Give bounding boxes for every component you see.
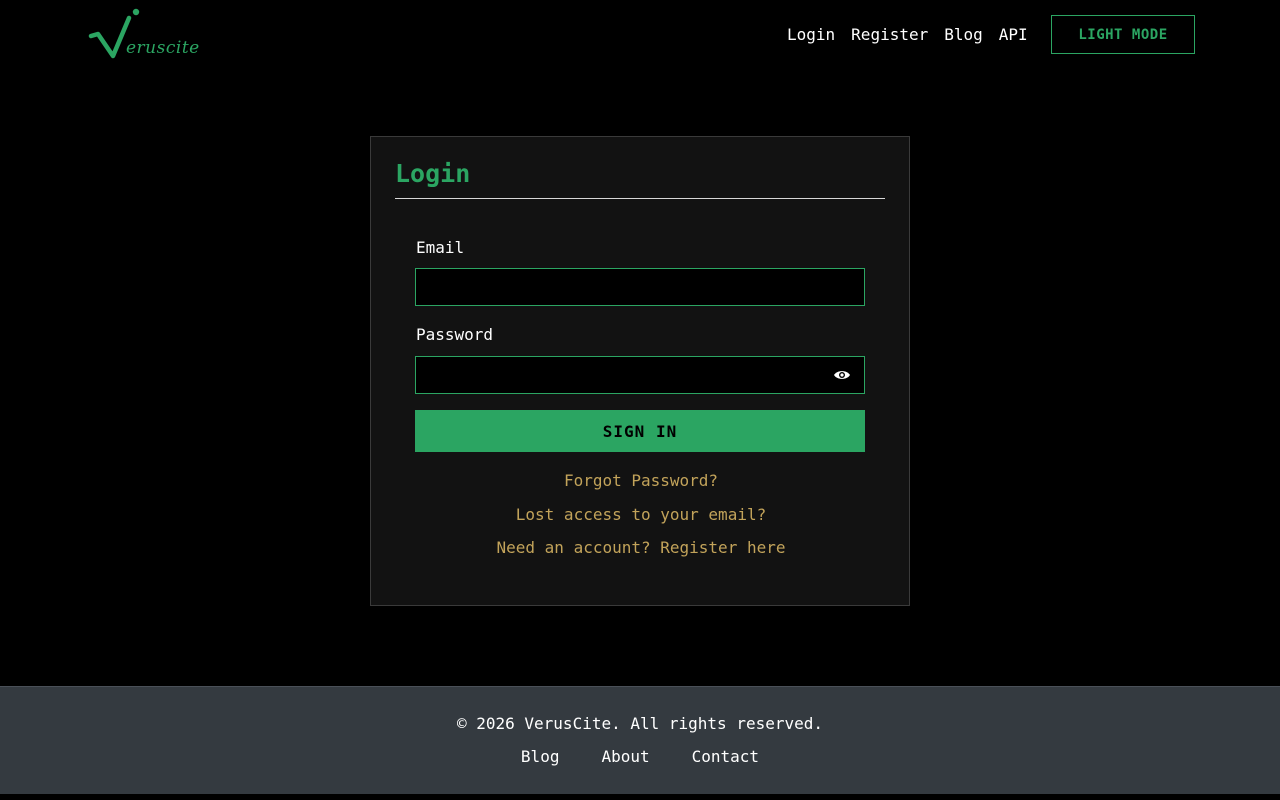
login-title: Login [395, 159, 471, 188]
login-card: Login Email Password SIGN IN Forgot Pass… [370, 136, 910, 606]
eye-icon[interactable] [830, 365, 854, 385]
brand-name: eruscite [126, 38, 200, 58]
site-header: eruscite Login Register Blog API LIGHT M… [0, 0, 1280, 72]
footer-contact-link[interactable]: Contact [692, 747, 759, 766]
nav-blog-link[interactable]: Blog [944, 24, 983, 46]
register-link[interactable]: Need an account? Register here [371, 538, 911, 557]
copyright-text: © 2026 VerusCite. All rights reserved. [456, 714, 824, 733]
title-divider [395, 198, 885, 199]
footer-about-link[interactable]: About [601, 747, 649, 766]
nav-login-link[interactable]: Login [787, 24, 835, 46]
password-field[interactable] [415, 356, 865, 394]
email-label: Email [416, 238, 465, 257]
light-mode-button[interactable]: LIGHT MODE [1051, 15, 1195, 54]
main-nav: Login Register Blog API [787, 24, 1028, 46]
email-field[interactable] [415, 268, 865, 306]
sign-in-button[interactable]: SIGN IN [415, 410, 865, 452]
password-label: Password [416, 325, 494, 344]
nav-register-link[interactable]: Register [851, 24, 928, 46]
nav-api-link[interactable]: API [999, 24, 1028, 46]
brand-logo[interactable]: eruscite [88, 6, 220, 64]
forgot-password-link[interactable]: Forgot Password? [371, 471, 911, 490]
footer-blog-link[interactable]: Blog [521, 747, 560, 766]
site-footer: © 2026 VerusCite. All rights reserved. B… [0, 686, 1280, 794]
footer-links: Blog About Contact [0, 747, 1280, 766]
lost-email-link[interactable]: Lost access to your email? [371, 505, 911, 524]
